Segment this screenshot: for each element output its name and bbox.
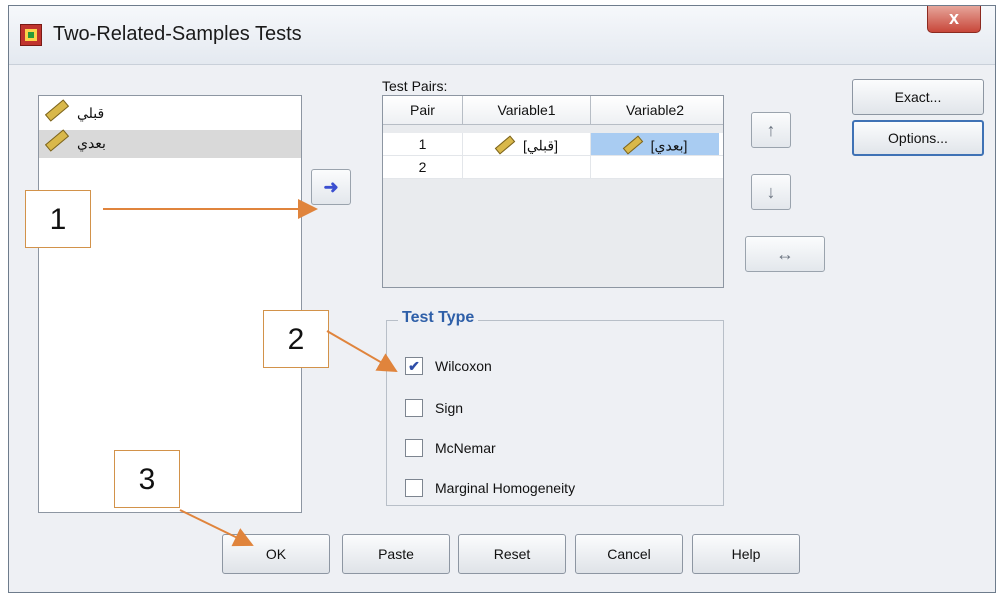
- variable1-value: [قبلي]: [522, 137, 558, 154]
- column-header-pair: Pair: [383, 96, 463, 124]
- variable2-value: [بعدي]: [650, 137, 688, 154]
- scale-variable-icon: [622, 135, 643, 155]
- wilcoxon-checkbox[interactable]: ✔: [405, 357, 423, 375]
- callout-3: 3: [114, 450, 180, 508]
- table-row[interactable]: 1 [قبلي] [بعدي]: [383, 133, 723, 156]
- help-button[interactable]: Help: [692, 534, 800, 574]
- variable2-cell[interactable]: [591, 156, 719, 178]
- column-header-variable2: Variable2: [625, 102, 685, 118]
- reset-button[interactable]: Reset: [458, 534, 566, 574]
- scale-variable-icon: [494, 135, 516, 155]
- variable-label: بعدي: [77, 135, 106, 151]
- scale-variable-icon: [44, 129, 70, 152]
- wilcoxon-label: Wilcoxon: [435, 358, 492, 374]
- scale-variable-icon: [44, 99, 70, 122]
- variable1-cell[interactable]: [قبلي]: [463, 133, 591, 155]
- table-header: Pair Variable1 Variable2: [383, 96, 723, 125]
- variable2-cell[interactable]: [بعدي]: [591, 133, 719, 155]
- test-pairs-label: Test Pairs:: [382, 78, 448, 94]
- marginal-homogeneity-checkbox[interactable]: [405, 479, 423, 497]
- exact-button[interactable]: Exact...: [852, 79, 984, 115]
- pair-number: 2: [383, 156, 463, 178]
- list-item[interactable]: قبلي: [39, 99, 301, 128]
- pair-number: 1: [383, 133, 463, 155]
- options-button[interactable]: Options...: [852, 120, 984, 156]
- move-up-button[interactable]: ↑: [751, 112, 791, 148]
- marginal-homogeneity-label: Marginal Homogeneity: [435, 480, 576, 496]
- column-header-variable1: Variable1: [463, 96, 591, 124]
- cancel-button[interactable]: Cancel: [575, 534, 683, 574]
- title-bar: Two-Related-Samples Tests x: [9, 6, 995, 65]
- swap-variables-button[interactable]: ↔: [745, 236, 825, 272]
- sign-checkbox[interactable]: [405, 399, 423, 417]
- variable1-cell[interactable]: [463, 156, 591, 178]
- sign-label: Sign: [435, 400, 464, 416]
- list-item[interactable]: بعدي: [39, 129, 301, 158]
- move-down-button[interactable]: ↓: [751, 174, 791, 210]
- callout-1: 1: [25, 190, 91, 248]
- callout-2: 2: [263, 310, 329, 368]
- mcnemar-checkbox[interactable]: [405, 439, 423, 457]
- app-icon: [20, 24, 42, 46]
- ok-button[interactable]: OK: [222, 534, 330, 574]
- test-type-legend: Test Type: [398, 309, 479, 327]
- close-button[interactable]: x: [927, 6, 981, 33]
- mcnemar-label: McNemar: [435, 440, 496, 456]
- paste-button[interactable]: Paste: [342, 534, 450, 574]
- window-title: Two-Related-Samples Tests: [53, 23, 302, 45]
- test-pairs-table[interactable]: Pair Variable1 Variable2 1 [قبلي] [بعدي]…: [382, 95, 724, 288]
- table-row[interactable]: 2: [383, 156, 723, 179]
- variable-label: قبلي: [77, 105, 105, 121]
- move-variable-button[interactable]: ➜: [311, 169, 351, 205]
